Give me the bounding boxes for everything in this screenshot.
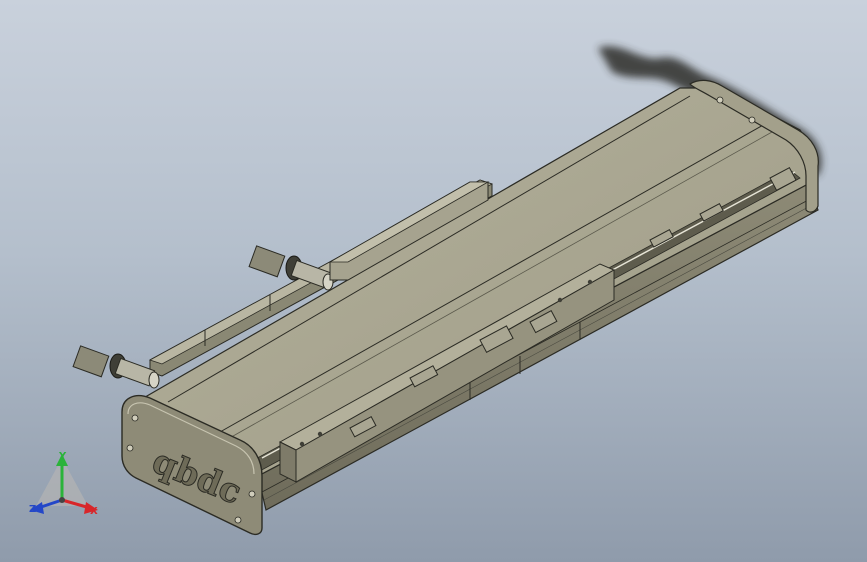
- cap-screw: [716, 96, 724, 104]
- x-axis-label: X: [90, 506, 98, 517]
- graphics-viewport[interactable]: qbdc Y X Z: [0, 0, 867, 562]
- y-axis-label: Y: [59, 451, 67, 462]
- linear-actuator-model[interactable]: qbdc: [0, 0, 867, 562]
- motor-connector-lower: [72, 345, 160, 389]
- cap-screw: [248, 490, 256, 498]
- housing-top-face: [139, 87, 819, 477]
- cap-screw: [126, 444, 134, 452]
- cap-screw: [748, 116, 756, 124]
- cap-screw: [234, 516, 242, 524]
- z-axis-label: Z: [29, 504, 37, 515]
- cap-screw: [131, 414, 139, 422]
